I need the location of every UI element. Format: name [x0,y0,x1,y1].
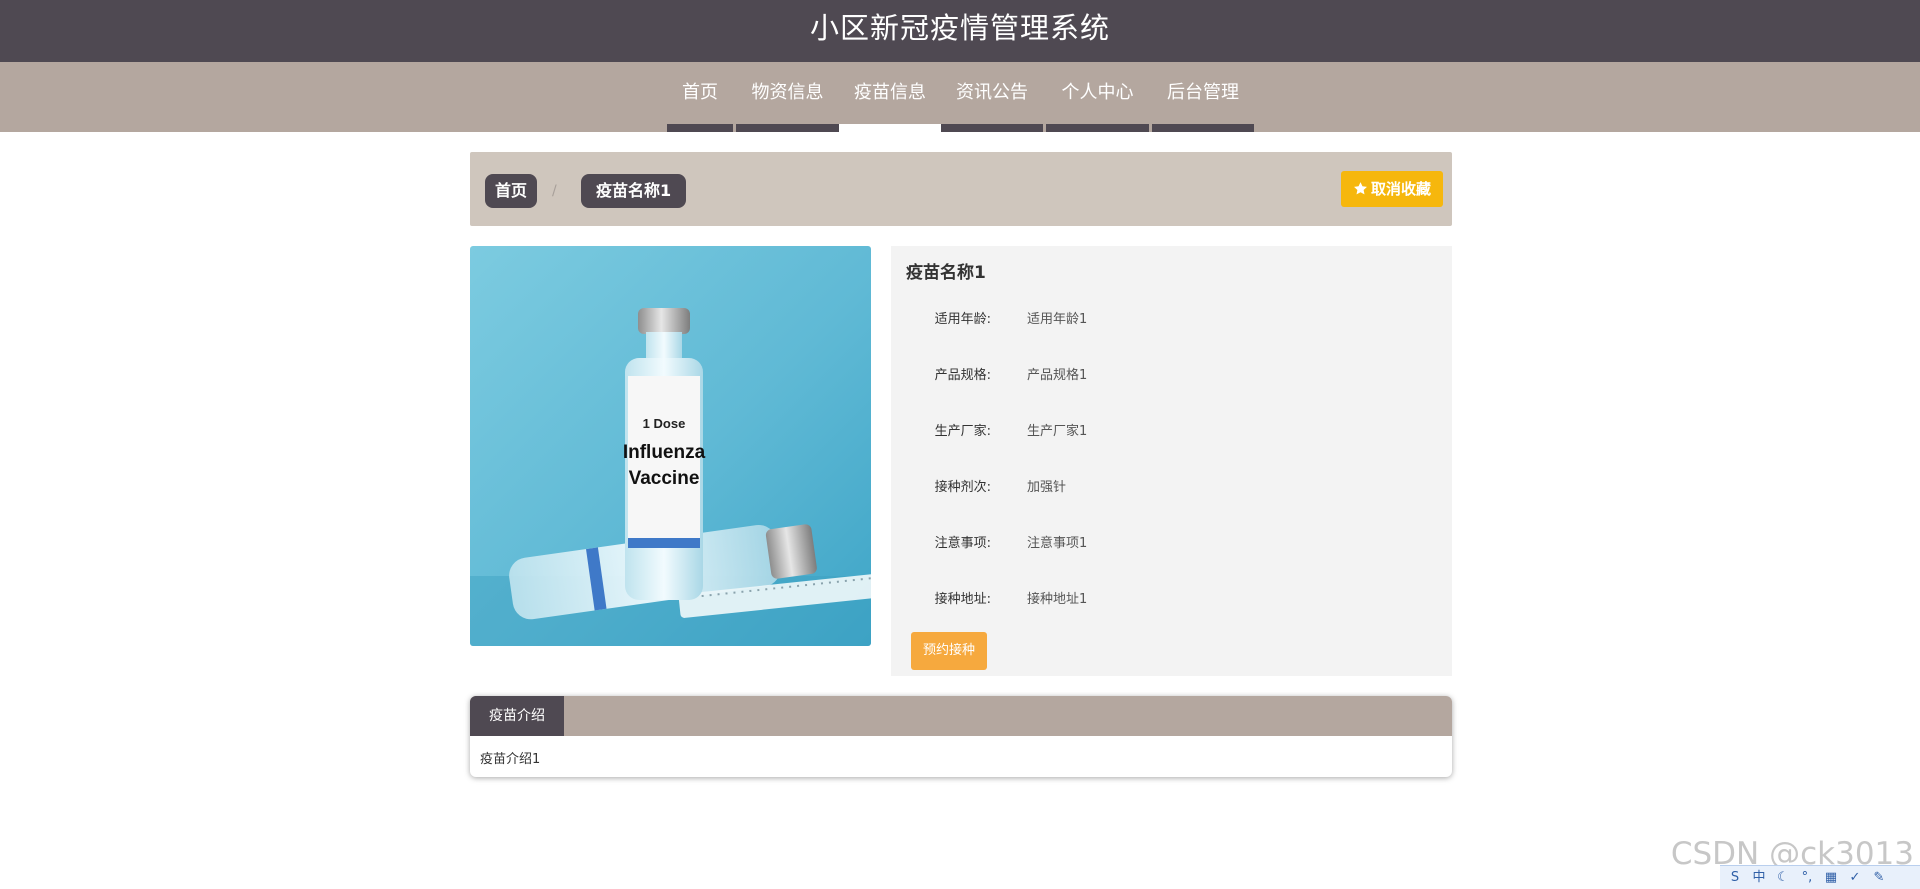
detail-label: 接种剂次: [934,480,991,495]
ime-keyboard-icon[interactable]: ▦ [1822,869,1840,887]
nav-item-label: 后台管理 [1167,82,1239,103]
breadcrumb-home[interactable]: 首页 [485,174,538,208]
nav-item-underbar [1152,124,1254,132]
ime-logo-icon[interactable]: S [1726,869,1744,887]
ime-punctuation-icon[interactable]: °, [1798,869,1816,887]
detail-row-notes: 注意事项: 注意事项1 [891,532,1452,556]
detail-row-dose: 接种剂次: 加强针 [891,476,1452,500]
nav-item-underbar [1046,124,1149,132]
breadcrumb: 首页 / 疫苗名称1 取消收藏 [470,152,1452,226]
breadcrumb-current[interactable]: 疫苗名称1 [581,174,687,208]
intro-tabs: 疫苗介绍 疫苗介绍1 [470,696,1452,777]
unfavorite-label: 取消收藏 [1370,180,1431,198]
nav-item-label: 物资信息 [751,82,824,103]
nav-item-news[interactable]: 资讯公告 [941,62,1043,132]
detail-label: 适用年龄: [934,312,991,327]
detail-label: 接种地址: [934,592,991,607]
top-header: 小区新冠疫情管理系统 [0,0,1920,62]
nav-item-label: 首页 [682,82,718,103]
detail-value: 注意事项1 [1027,536,1088,551]
site-title: 小区新冠疫情管理系统 [809,11,1110,45]
detail-label: 生产厂家: [934,424,991,439]
tab-vaccine-intro[interactable]: 疫苗介绍 [470,696,564,736]
detail-label: 产品规格: [934,368,991,383]
detail-row-spec: 产品规格: 产品规格1 [891,364,1452,388]
main-nav: 首页 物资信息 疫苗信息 资讯公告 个人中心 后台管理 [0,62,1920,132]
product-image: 1 Dose Influenza Vaccine [470,246,871,646]
unfavorite-button[interactable]: 取消收藏 [1340,171,1443,207]
detail-value: 加强针 [1027,480,1067,495]
nav-item-admin[interactable]: 后台管理 [1152,62,1254,132]
vaccine-title: 疫苗名称1 [906,263,986,283]
nav-item-label: 个人中心 [1061,82,1134,103]
detail-row-manufacturer: 生产厂家: 生产厂家1 [891,420,1452,444]
tabs-header: 疫苗介绍 [470,696,1452,736]
nav-item-home[interactable]: 首页 [667,62,733,132]
breadcrumb-separator: / [552,183,557,199]
vaccine-label-line2: Vaccine [629,468,700,489]
ime-halfwidth-icon[interactable]: ☾ [1774,869,1792,887]
nav-item-profile[interactable]: 个人中心 [1046,62,1149,132]
vaccine-label-line1: Influenza [623,442,706,463]
ime-tools-icon[interactable]: ✓ [1846,869,1864,887]
detail-row-address: 接种地址: 接种地址1 [891,588,1452,612]
vaccine-photo: 1 Dose Influenza Vaccine [470,246,871,646]
star-icon [1354,182,1367,195]
book-vaccination-button[interactable]: 预约接种 [911,632,987,670]
detail-value: 接种地址1 [1027,592,1088,607]
vaccine-cap-text: 1 Dose [643,416,686,431]
nav-item-underbar [941,124,1043,132]
ime-toolbar: S 中 ☾ °, ▦ ✓ ✎ [1720,865,1920,889]
nav-item-label: 疫苗信息 [854,82,926,103]
nav-item-label: 资讯公告 [956,82,1028,103]
tab-content: 疫苗介绍1 [480,752,541,767]
detail-value: 适用年龄1 [1027,312,1088,327]
nav-item-vaccines[interactable]: 疫苗信息 [839,62,941,132]
nav-item-underbar [667,124,733,132]
vaccine-details: 疫苗名称1 适用年龄: 适用年龄1 产品规格: 产品规格1 生产厂家: 生产厂家… [891,246,1452,676]
ime-skin-icon[interactable]: ✎ [1870,869,1888,887]
detail-value: 产品规格1 [1027,368,1088,383]
detail-label: 注意事项: [934,536,991,551]
detail-value: 生产厂家1 [1027,424,1088,439]
ime-language-icon[interactable]: 中 [1750,869,1768,887]
detail-row-age: 适用年龄: 适用年龄1 [891,308,1452,332]
nav-item-underbar [736,124,839,132]
nav-item-supplies[interactable]: 物资信息 [736,62,839,132]
nav-item-active-indicator [839,124,941,132]
